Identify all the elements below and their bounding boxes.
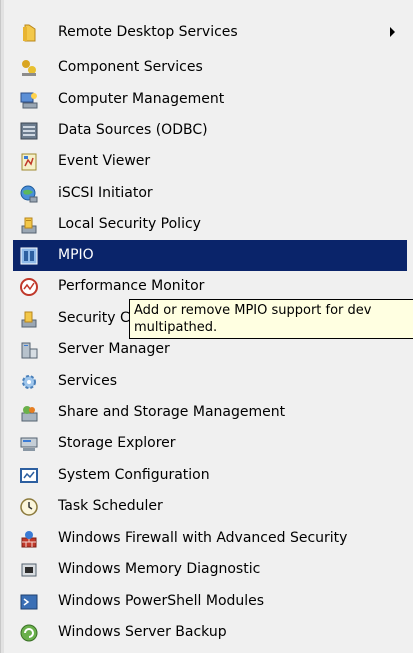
powershell-icon xyxy=(19,592,39,612)
menu-item-performance-monitor[interactable]: Performance Monitor xyxy=(13,271,407,302)
menu-item-windows-firewall[interactable]: Windows Firewall with Advanced Security xyxy=(13,523,407,554)
menu-item-local-security-policy[interactable]: Local Security Policy xyxy=(13,209,407,240)
firewall-icon xyxy=(19,529,39,549)
menu-item-label: Storage Explorer xyxy=(58,435,176,451)
menu-item-label: MPIO xyxy=(58,247,94,263)
share-storage-icon xyxy=(19,403,39,423)
menu-item-label: Data Sources (ODBC) xyxy=(58,122,208,138)
data-sources-icon xyxy=(19,121,39,141)
clock-icon xyxy=(19,497,39,517)
menu-item-label: Server Manager xyxy=(58,341,170,357)
menu-item-windows-powershell-modules[interactable]: Windows PowerShell Modules xyxy=(13,586,407,617)
menu-item-label: Windows Memory Diagnostic xyxy=(58,561,261,577)
menu-item-label: Performance Monitor xyxy=(58,278,205,294)
menu-item-label: Task Scheduler xyxy=(58,498,163,514)
menu-item-services[interactable]: Services xyxy=(13,366,407,397)
menu-item-label: Computer Management xyxy=(58,91,225,107)
menu-item-computer-management[interactable]: Computer Management xyxy=(13,84,407,115)
menu-item-task-scheduler[interactable]: Task Scheduler xyxy=(13,491,407,522)
menu-item-storage-explorer[interactable]: Storage Explorer xyxy=(13,428,407,459)
services-gear-icon xyxy=(19,372,39,392)
menu-item-label: Local Security Policy xyxy=(58,216,201,232)
menu-item-label: Event Viewer xyxy=(58,153,151,169)
menu-item-label: Windows PowerShell Modules xyxy=(58,593,265,609)
menu-item-label: System Configuration xyxy=(58,467,210,483)
menu-item-label: Windows Firewall with Advanced Security xyxy=(58,530,348,546)
menu-item-label: Component Services xyxy=(58,59,203,75)
menu-item-label: Services xyxy=(58,373,118,389)
component-services-icon xyxy=(19,58,39,78)
menu-item-system-configuration[interactable]: System Configuration xyxy=(13,460,407,491)
menu-item-data-sources[interactable]: Data Sources (ODBC) xyxy=(13,115,407,146)
mpio-tooltip: Add or remove MPIO support for dev multi… xyxy=(129,299,413,339)
menu-item-windows-memory-diagnostic[interactable]: Windows Memory Diagnostic xyxy=(13,554,407,585)
memory-diagnostic-icon xyxy=(19,560,39,580)
security-policy-icon xyxy=(19,215,39,235)
menu-item-mpio[interactable]: MPIO xyxy=(13,240,407,271)
security-configuration-icon xyxy=(19,309,39,329)
menu-item-share-storage-management[interactable]: Share and Storage Management xyxy=(13,397,407,428)
menu-item-label: Share and Storage Management xyxy=(58,404,286,420)
menu-item-event-viewer[interactable]: Event Viewer xyxy=(13,146,407,177)
storage-explorer-icon xyxy=(19,434,39,454)
submenu-arrow-icon xyxy=(390,27,395,37)
menu-item-label: iSCSI Initiator xyxy=(58,185,153,201)
computer-management-icon xyxy=(19,90,39,110)
server-backup-icon xyxy=(19,623,39,643)
server-manager-icon xyxy=(19,340,39,360)
menu-item-label: Security C xyxy=(58,310,130,326)
mpio-icon xyxy=(19,246,39,266)
menu-item-remote-desktop-services[interactable]: Remote Desktop Services xyxy=(13,17,407,48)
iscsi-globe-icon xyxy=(19,184,39,204)
menu-item-iscsi-initiator[interactable]: iSCSI Initiator xyxy=(13,178,407,209)
folder-icon xyxy=(19,23,39,43)
menu-item-component-services[interactable]: Component Services xyxy=(13,52,407,83)
event-viewer-icon xyxy=(19,152,39,172)
menu-item-label: Windows Server Backup xyxy=(58,624,227,640)
menu-item-windows-server-backup[interactable]: Windows Server Backup xyxy=(13,617,407,648)
menu-item-label: Remote Desktop Services xyxy=(58,24,238,40)
system-configuration-icon xyxy=(19,466,39,486)
performance-monitor-icon xyxy=(19,277,39,297)
